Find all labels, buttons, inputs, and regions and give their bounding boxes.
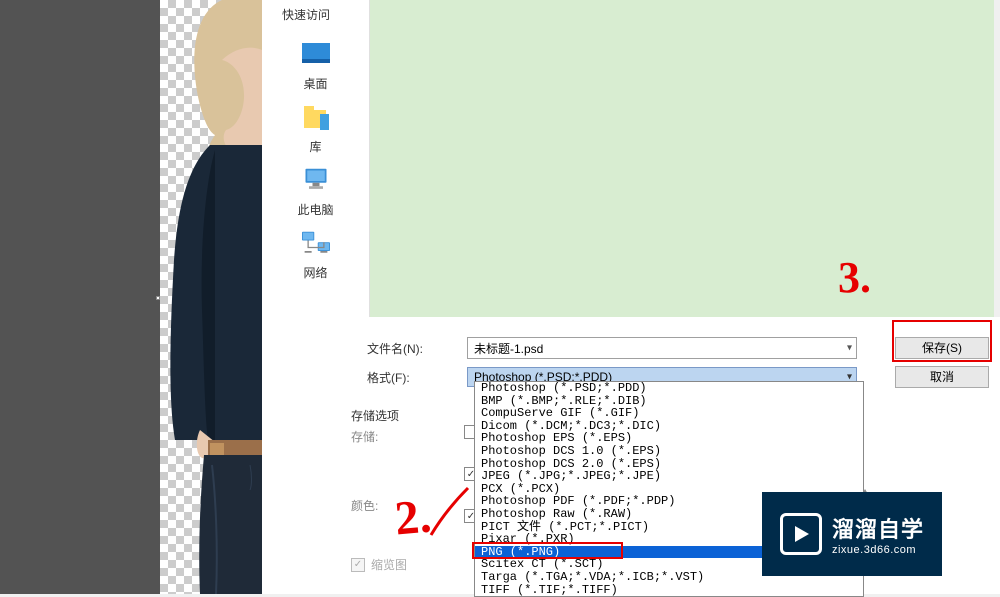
sidebar-item-network[interactable]: 网络 bbox=[262, 230, 369, 281]
save-button[interactable]: 保存(S) bbox=[895, 337, 989, 359]
play-icon bbox=[780, 513, 822, 555]
sidebar-item-computer[interactable]: 此电脑 bbox=[262, 167, 369, 218]
file-preview-area bbox=[370, 0, 994, 317]
dropdown-item[interactable]: Photoshop DCS 1.0 (*.EPS) bbox=[475, 445, 863, 458]
annotation-arrow-2 bbox=[426, 480, 476, 540]
watermark-badge: 溜溜自学 zixue.3d66.com bbox=[762, 492, 942, 576]
storage-save-label: 存储: bbox=[351, 428, 399, 445]
thumbnail-row: ✓ 缩览图 bbox=[351, 556, 407, 573]
dropdown-item[interactable]: TIFF (*.TIF;*.TIFF) bbox=[475, 584, 863, 597]
image-content bbox=[160, 0, 262, 594]
sidebar-item-library[interactable]: 库 bbox=[262, 104, 369, 155]
watermark-title: 溜溜自学 bbox=[832, 512, 924, 544]
cancel-button[interactable]: 取消 bbox=[895, 366, 989, 388]
sidebar-item-desktop[interactable]: 桌面 bbox=[262, 41, 369, 92]
quick-access-title: 快速访问 bbox=[262, 0, 369, 29]
format-label: 格式(F): bbox=[367, 369, 467, 386]
watermark-text: 溜溜自学 zixue.3d66.com bbox=[832, 512, 924, 556]
dropdown-item[interactable]: Photoshop (*.PSD;*.PDD) bbox=[475, 382, 863, 395]
network-icon bbox=[300, 230, 332, 258]
sidebar-item-label: 桌面 bbox=[303, 75, 327, 92]
filename-row: 文件名(N): 未标题-1.psd ▾ bbox=[367, 337, 857, 359]
computer-icon bbox=[300, 167, 332, 195]
watermark-url: zixue.3d66.com bbox=[832, 544, 924, 556]
dropdown-item[interactable]: JPEG (*.JPG;*.JPEG;*.JPE) bbox=[475, 470, 863, 483]
thumbnail-label: 缩览图 bbox=[371, 556, 407, 573]
desktop-icon bbox=[300, 41, 332, 69]
sidebar-item-label: 网络 bbox=[303, 264, 327, 281]
filename-value: 未标题-1.psd bbox=[474, 342, 543, 356]
filename-input[interactable]: 未标题-1.psd ▾ bbox=[467, 337, 857, 359]
sidebar-item-label: 此电脑 bbox=[297, 201, 333, 218]
storage-options: 存储选项 存储: bbox=[351, 407, 399, 445]
storage-options-title: 存储选项 bbox=[351, 407, 399, 424]
library-icon bbox=[300, 104, 332, 132]
thumbnail-checkbox[interactable]: ✓ bbox=[351, 558, 365, 572]
sidebar-item-label: 库 bbox=[309, 138, 321, 155]
filename-label: 文件名(N): bbox=[367, 340, 467, 357]
dropdown-item[interactable]: CompuServe GIF (*.GIF) bbox=[475, 407, 863, 420]
chevron-down-icon[interactable]: ▾ bbox=[847, 343, 852, 354]
workspace-background bbox=[0, 0, 160, 594]
color-label: 颜色: bbox=[351, 497, 378, 514]
